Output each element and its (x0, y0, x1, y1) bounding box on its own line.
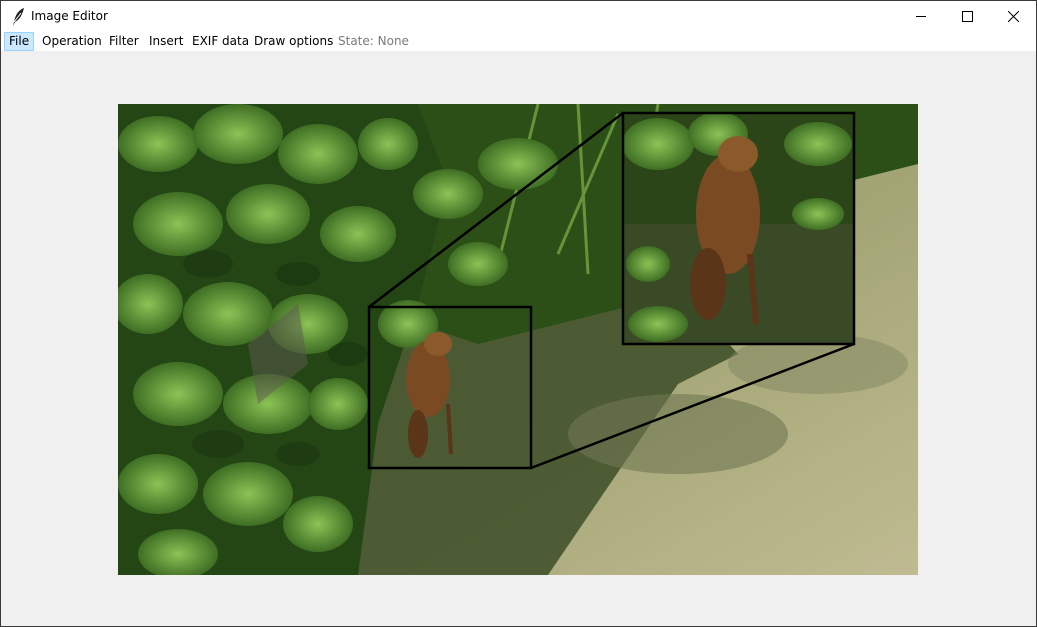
menu-draw-options[interactable]: Draw options (249, 32, 338, 51)
menu-exif-data[interactable]: EXIF data (187, 32, 254, 51)
menu-file[interactable]: File (4, 32, 35, 51)
maximize-icon (961, 11, 973, 22)
menu-filter[interactable]: Filter (104, 32, 144, 51)
close-icon (1007, 11, 1019, 22)
maximize-button[interactable] (944, 1, 990, 32)
minimize-icon (915, 11, 927, 22)
title-bar[interactable]: Image Editor (1, 1, 1036, 32)
menu-operation[interactable]: Operation (37, 32, 107, 51)
window-title: Image Editor (31, 9, 108, 23)
magnified-inset[interactable] (621, 111, 856, 346)
close-button[interactable] (990, 1, 1036, 32)
shade-patch (568, 394, 788, 474)
edited-photo[interactable] (118, 104, 918, 575)
state-label: State: None (338, 34, 409, 48)
image-canvas[interactable] (1, 51, 1036, 626)
menu-insert[interactable]: Insert (144, 32, 188, 51)
feather-icon (10, 7, 28, 27)
minimize-button[interactable] (898, 1, 944, 32)
app-window: Image Editor File Operation Filter Inser… (0, 0, 1037, 627)
menu-bar: File Operation Filter Insert EXIF data D… (1, 32, 1036, 51)
